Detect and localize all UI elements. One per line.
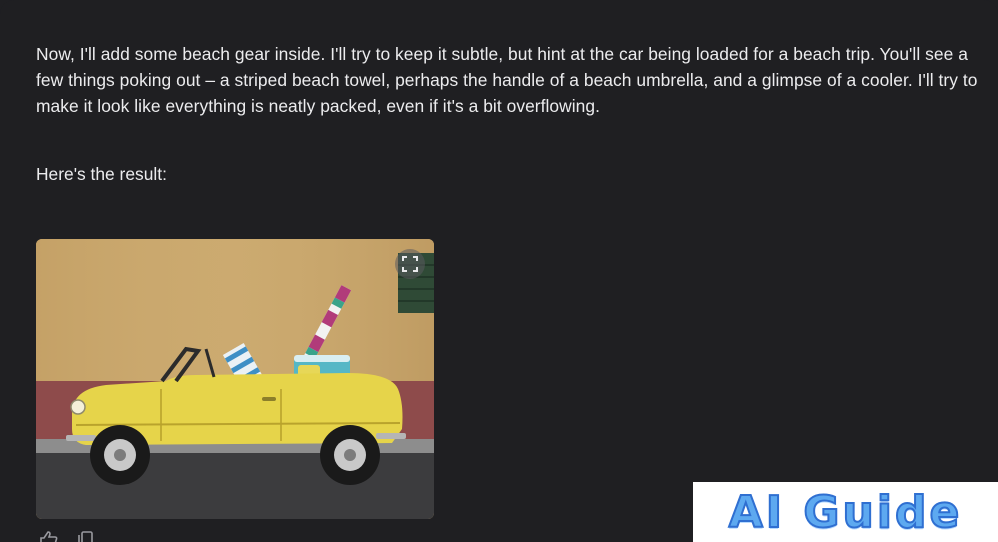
expand-icon [402, 256, 418, 272]
result-intro-text: Here's the result: [36, 164, 167, 184]
chat-panel: Now, I'll add some beach gear inside. I'… [0, 0, 998, 542]
generated-image[interactable] [36, 239, 434, 519]
message-actions [38, 530, 98, 542]
car-illustration [36, 239, 434, 519]
watermark-logo: AI Guide [693, 482, 998, 542]
assistant-message-paragraph: Now, I'll add some beach gear inside. I'… [36, 44, 978, 116]
expand-image-button[interactable] [395, 249, 425, 279]
watermark-text: AI Guide [728, 486, 963, 539]
copy-icon[interactable] [76, 530, 98, 542]
thumbs-up-icon[interactable] [38, 530, 60, 542]
